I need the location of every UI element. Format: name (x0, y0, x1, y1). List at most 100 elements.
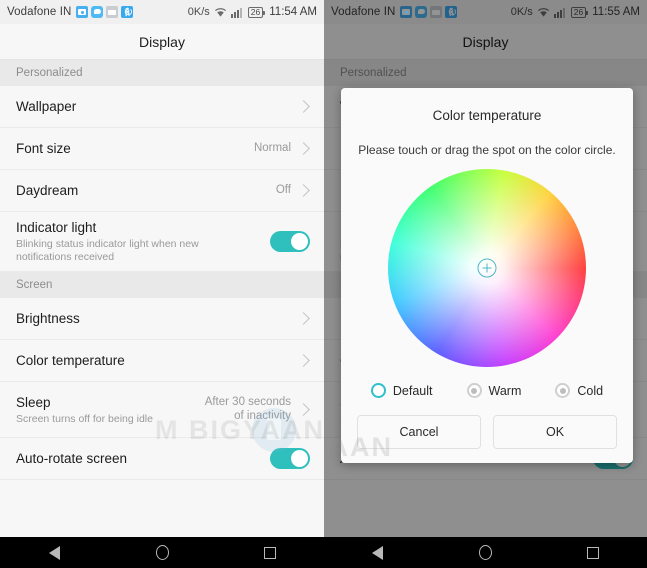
carrier-label: Vodafone IN (331, 6, 396, 18)
recents-icon (264, 546, 276, 559)
color-wheel[interactable] (388, 169, 586, 367)
list-item-color-temperature[interactable]: Color temperature (0, 340, 324, 382)
ok-button[interactable]: OK (493, 415, 617, 449)
status-right-group: 0K/s 26 11:54 AM (188, 6, 317, 18)
list-item-label: Indicator light (16, 220, 97, 235)
list-item-description: Screen turns off for being idle (16, 412, 153, 425)
bluetooth-icon (445, 5, 458, 21)
gallery-icon (106, 6, 119, 18)
app-bar-left: Display (0, 24, 324, 60)
row-texts: Color temperature (16, 345, 299, 376)
list-item-value: Normal (253, 141, 291, 154)
toggle-knob (291, 450, 308, 467)
list-item-label: Sleep (16, 394, 51, 410)
status-right-group: 0K/s 26 11:55 AM (511, 6, 640, 18)
navigation-bar-right (324, 537, 647, 568)
screenshot-pair: Vodafone IN 0K/s (0, 0, 647, 568)
bluetooth-glyph (449, 7, 455, 17)
toggle-knob (291, 233, 308, 250)
home-icon (478, 545, 492, 560)
screenshot-icon (400, 6, 413, 18)
indicator-light-toggle[interactable] (270, 231, 310, 252)
radio-option-cold[interactable]: Cold (555, 383, 603, 398)
status-bar-right: Vodafone IN 0K/s (324, 0, 647, 24)
dialog-title: Color temperature (432, 108, 542, 123)
list-item-brightness[interactable]: Brightness (0, 298, 324, 340)
wifi-icon (214, 7, 227, 18)
settings-list-left: Personalized Wallpaper Font size Normal … (0, 60, 324, 480)
auto-rotate-toggle[interactable] (270, 448, 310, 469)
cancel-button[interactable]: Cancel (357, 415, 481, 449)
status-bar-left: Vodafone IN 0K/s (0, 0, 324, 24)
nav-recents-button[interactable] (571, 537, 615, 568)
nav-home-button[interactable] (140, 537, 184, 568)
page-title: Display (139, 33, 185, 50)
chat-icon (91, 6, 104, 18)
radio-label: Default (392, 383, 433, 398)
list-item-label: Font size (16, 141, 71, 156)
list-item-value: After 30 seconds of inactivity (204, 396, 291, 422)
list-item-description: Blinking status indicator light when new… (16, 238, 199, 263)
list-item-label: Brightness (16, 311, 80, 326)
section-header-personalized: Personalized (0, 60, 324, 86)
nav-back-button[interactable] (356, 537, 400, 568)
section-header-personalized: Personalized (324, 60, 647, 86)
list-item-wallpaper[interactable]: Wallpaper (0, 86, 324, 128)
row-texts: Sleep Screen turns off for being idle (16, 387, 205, 433)
list-item-sleep[interactable]: Sleep Screen turns off for being idle Af… (0, 382, 324, 438)
home-icon (155, 545, 169, 560)
list-item-font-size[interactable]: Font size Normal (0, 128, 324, 170)
signal-icon (230, 7, 244, 18)
radio-option-warm[interactable]: Warm (466, 383, 522, 398)
row-texts: Brightness (16, 303, 299, 334)
dialog-subtitle: Please touch or drag the spot on the col… (358, 143, 616, 157)
list-item-indicator-light[interactable]: Indicator light Blinking status indicato… (0, 212, 324, 272)
nav-home-button[interactable] (463, 537, 507, 568)
wifi-icon (537, 7, 550, 18)
row-texts: Wallpaper (16, 91, 299, 122)
list-item-label: Daydream (16, 183, 79, 198)
radio-indicator[interactable] (555, 383, 571, 398)
list-item-value: Off (275, 183, 291, 196)
chevron-right-icon (297, 312, 310, 325)
radio-indicator[interactable] (370, 383, 386, 398)
chevron-right-icon (297, 142, 310, 155)
list-item-label: Wallpaper (16, 99, 77, 114)
chevron-right-icon (297, 100, 310, 113)
clock-label: 11:54 AM (269, 6, 317, 18)
list-item-daydream[interactable]: Daydream Off (0, 170, 324, 212)
status-icons (76, 5, 134, 21)
nav-recents-button[interactable] (248, 537, 292, 568)
row-texts: Indicator light Blinking status indicato… (16, 212, 270, 271)
screenshot-icon (76, 6, 89, 18)
signal-icon (553, 7, 567, 18)
battery-indicator: 26 (570, 6, 589, 18)
nav-back-button[interactable] (32, 537, 76, 568)
color-temperature-dialog: Color temperature Please touch or drag t… (341, 88, 633, 463)
preset-radio-group: Default Warm Cold (370, 383, 603, 398)
data-rate-label: 0K/s (187, 6, 210, 18)
bluetooth-icon (121, 5, 134, 21)
battery-indicator: 26 (247, 6, 266, 18)
back-icon (372, 545, 384, 560)
status-icons (400, 5, 458, 21)
row-texts: Auto-rotate screen (16, 443, 270, 474)
color-picker-crosshair-icon[interactable] (477, 258, 497, 278)
app-bar-right: Display (324, 24, 647, 60)
chevron-right-icon (297, 184, 310, 197)
phone-screen-right: Vodafone IN 0K/s (324, 0, 647, 568)
radio-indicator[interactable] (466, 383, 482, 398)
list-item-label: Color temperature (16, 353, 125, 368)
back-icon (48, 545, 60, 560)
radio-label: Warm (488, 383, 522, 398)
radio-label: Cold (577, 383, 604, 398)
page-title: Display (462, 33, 509, 50)
row-texts: Daydream (16, 175, 276, 206)
chevron-right-icon (297, 403, 310, 416)
radio-option-default[interactable]: Default (370, 383, 433, 398)
recents-icon (587, 546, 600, 559)
navigation-bar-left (0, 537, 324, 568)
list-item-auto-rotate-screen[interactable]: Auto-rotate screen (0, 438, 324, 480)
clock-label: 11:55 AM (592, 6, 640, 18)
phone-screen-left: Vodafone IN 0K/s (0, 0, 324, 568)
